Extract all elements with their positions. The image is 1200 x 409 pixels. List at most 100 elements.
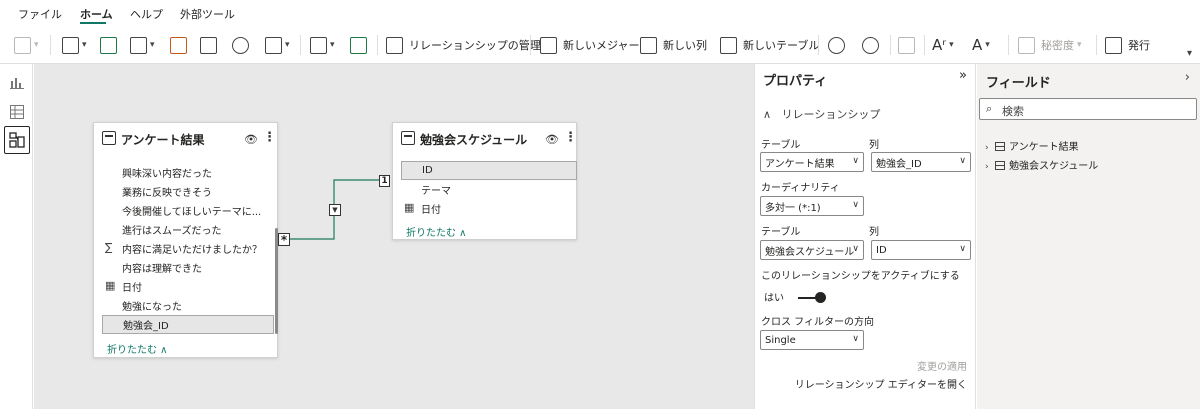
new-measure-button[interactable]: 新しいメジャー <box>540 34 639 56</box>
field-item-selected[interactable]: ID <box>401 161 577 180</box>
active-toggle[interactable] <box>798 292 826 304</box>
linguistic-schema-button[interactable]: Aʳ ▾ <box>932 34 954 56</box>
relationship-icon <box>386 36 403 54</box>
chevron-down-icon: ▾ <box>949 40 954 50</box>
database-icon <box>62 36 79 54</box>
chevron-right-icon: › <box>985 162 989 172</box>
qa-button <box>898 34 915 56</box>
font-size-button[interactable]: A ▾ <box>972 34 990 56</box>
menu-home[interactable]: ホーム <box>80 6 113 22</box>
field-item[interactable]: 業務に反映できそう <box>102 182 274 201</box>
ribbon-separator <box>924 35 925 55</box>
model-canvas[interactable]: * 1 ▼ アンケート結果 👁 ⋮ 興味深い内容だった 業務に反映できそう 今後… <box>34 64 754 409</box>
manage-relationships-button[interactable]: リレーションシップの管理 <box>386 34 541 56</box>
select-value: 勉強会_ID <box>876 158 922 170</box>
publish-button[interactable]: 発行 <box>1105 34 1150 56</box>
collapse-link[interactable]: 折りたたむ ∧ <box>107 341 168 356</box>
refresh-button[interactable] <box>350 34 367 56</box>
field-item[interactable]: テーマ <box>401 180 577 199</box>
select-value: 勉強会スケジュール <box>765 246 855 258</box>
ribbon: ▾ ▾ ▾ ▾ ▾ リレーションシップの管理 新しいメジャー 新しい列 新しいテ… <box>0 26 1200 64</box>
enter-data-button[interactable] <box>200 34 217 56</box>
table-card-survey-results[interactable]: アンケート結果 👁 ⋮ 興味深い内容だった 業務に反映できそう 今後開催してほし… <box>93 122 278 358</box>
fields-table-item[interactable]: › 勉強会スケジュール <box>985 157 1098 172</box>
data-hub-button[interactable]: ▾ <box>130 34 155 56</box>
column1-label: 列 <box>869 140 879 151</box>
cross-filter-select[interactable]: Single ∨ <box>760 330 864 350</box>
chevron-down-icon: ∨ <box>852 244 859 254</box>
view-as-button[interactable] <box>862 34 879 56</box>
table-icon <box>401 131 415 145</box>
calendar-icon: ▦ <box>404 201 415 214</box>
relationship-section-header[interactable]: ∧ リレーションシップ <box>763 106 880 122</box>
report-view-button[interactable] <box>5 70 29 94</box>
active-value: はい <box>764 293 784 304</box>
ribbon-separator <box>890 35 891 55</box>
eye-icon[interactable]: 👁 <box>545 133 559 146</box>
get-data-button[interactable]: ▾ <box>62 34 87 56</box>
field-item[interactable]: ∑ 内容に満足いただけましたか？ <box>102 239 274 258</box>
chevron-down-icon: ▾ <box>1077 40 1082 50</box>
field-item[interactable]: ▦ 日付 <box>102 277 274 296</box>
chevron-down-icon: ▾ <box>985 40 990 50</box>
table-view-icon <box>10 105 24 119</box>
open-relationship-editor-link[interactable]: リレーションシップ エディターを開く <box>795 376 967 391</box>
menu-external-tools[interactable]: 外部ツール <box>180 6 235 22</box>
column1-select[interactable]: 勉強会_ID ∨ <box>871 152 971 172</box>
field-item[interactable]: 勉強になった <box>102 296 274 315</box>
field-item[interactable]: 進行はスムーズだった <box>102 220 274 239</box>
properties-title: プロパティ <box>763 74 828 89</box>
properties-pane: プロパティ » ∧ リレーションシップ テーブル 列 アンケート結果 ∨ 勉強会_… <box>754 64 976 409</box>
cross-filter-label: クロス フィルターの方向 <box>761 317 874 328</box>
search-input[interactable]: ⌕ 検索 <box>979 98 1197 120</box>
menu-help[interactable]: ヘルプ <box>130 6 163 22</box>
new-table-button[interactable]: 新しいテーブル <box>720 34 819 56</box>
sensitivity-label: 秘密度 <box>1041 39 1074 52</box>
ribbon-separator <box>50 35 51 55</box>
view-switcher-rail <box>0 64 33 409</box>
chevron-right-icon[interactable]: › <box>1185 70 1190 85</box>
field-item[interactable]: 内容は理解できた <box>102 258 274 277</box>
manage-roles-button[interactable] <box>828 34 845 56</box>
ribbon-expand-chevron-icon[interactable]: ▾ <box>1187 48 1192 59</box>
model-view-button[interactable] <box>4 126 30 154</box>
person-search-icon <box>862 36 879 54</box>
paste-button[interactable]: ▾ <box>14 34 39 56</box>
bar-chart-icon <box>10 78 24 89</box>
data-view-button[interactable] <box>5 100 29 124</box>
more-options-icon[interactable]: ⋮ <box>263 130 276 145</box>
collapse-link[interactable]: 折りたたむ ∧ <box>406 224 467 239</box>
field-item[interactable]: 興味深い内容だった <box>102 163 274 182</box>
new-table-label: 新しいテーブル <box>743 39 820 52</box>
excel-button[interactable] <box>100 34 117 56</box>
eye-icon[interactable]: 👁 <box>244 133 258 146</box>
more-options-icon[interactable]: ⋮ <box>564 130 577 145</box>
field-label: 内容は理解できた <box>122 264 202 275</box>
recent-sources-button[interactable]: ▾ <box>265 34 290 56</box>
search-icon: ⌕ <box>986 102 993 115</box>
card-scrollbar[interactable] <box>275 228 278 334</box>
table1-select[interactable]: アンケート結果 ∨ <box>760 152 864 172</box>
cardinality-select[interactable]: 多対一 (*:1) ∨ <box>760 196 864 216</box>
table2-label: テーブル <box>761 227 801 238</box>
select-value: Single <box>765 334 796 346</box>
field-item-selected[interactable]: 勉強会_ID <box>102 315 274 334</box>
ribbon-separator <box>1096 35 1097 55</box>
column2-select[interactable]: ID ∨ <box>871 240 971 260</box>
collapse-pane-icon[interactable]: » <box>959 68 967 83</box>
chevron-down-icon: ▾ <box>34 40 39 50</box>
manage-relationships-label: リレーションシップの管理 <box>409 39 541 52</box>
filter-direction-marker[interactable]: ▼ <box>329 204 341 216</box>
new-column-button[interactable]: 新しい列 <box>640 34 707 56</box>
field-item[interactable]: ▦ 日付 <box>401 199 577 218</box>
fields-table-item[interactable]: › アンケート結果 <box>985 138 1079 153</box>
dataverse-button[interactable] <box>232 34 249 56</box>
transform-data-button[interactable]: ▾ <box>310 34 335 56</box>
field-label: 進行はスムーズだった <box>122 226 222 237</box>
sql-server-button[interactable] <box>170 34 187 56</box>
table-card-study-schedule[interactable]: 勉強会スケジュール 👁 ⋮ ID テーマ ▦ 日付 折りたたむ ∧ <box>392 122 577 240</box>
field-label: 勉強になった <box>122 302 182 313</box>
table2-select[interactable]: 勉強会スケジュール ∨ <box>760 240 864 260</box>
field-item[interactable]: 今後開催してほしいテーマに... <box>102 201 274 220</box>
menu-file[interactable]: ファイル <box>18 6 62 22</box>
